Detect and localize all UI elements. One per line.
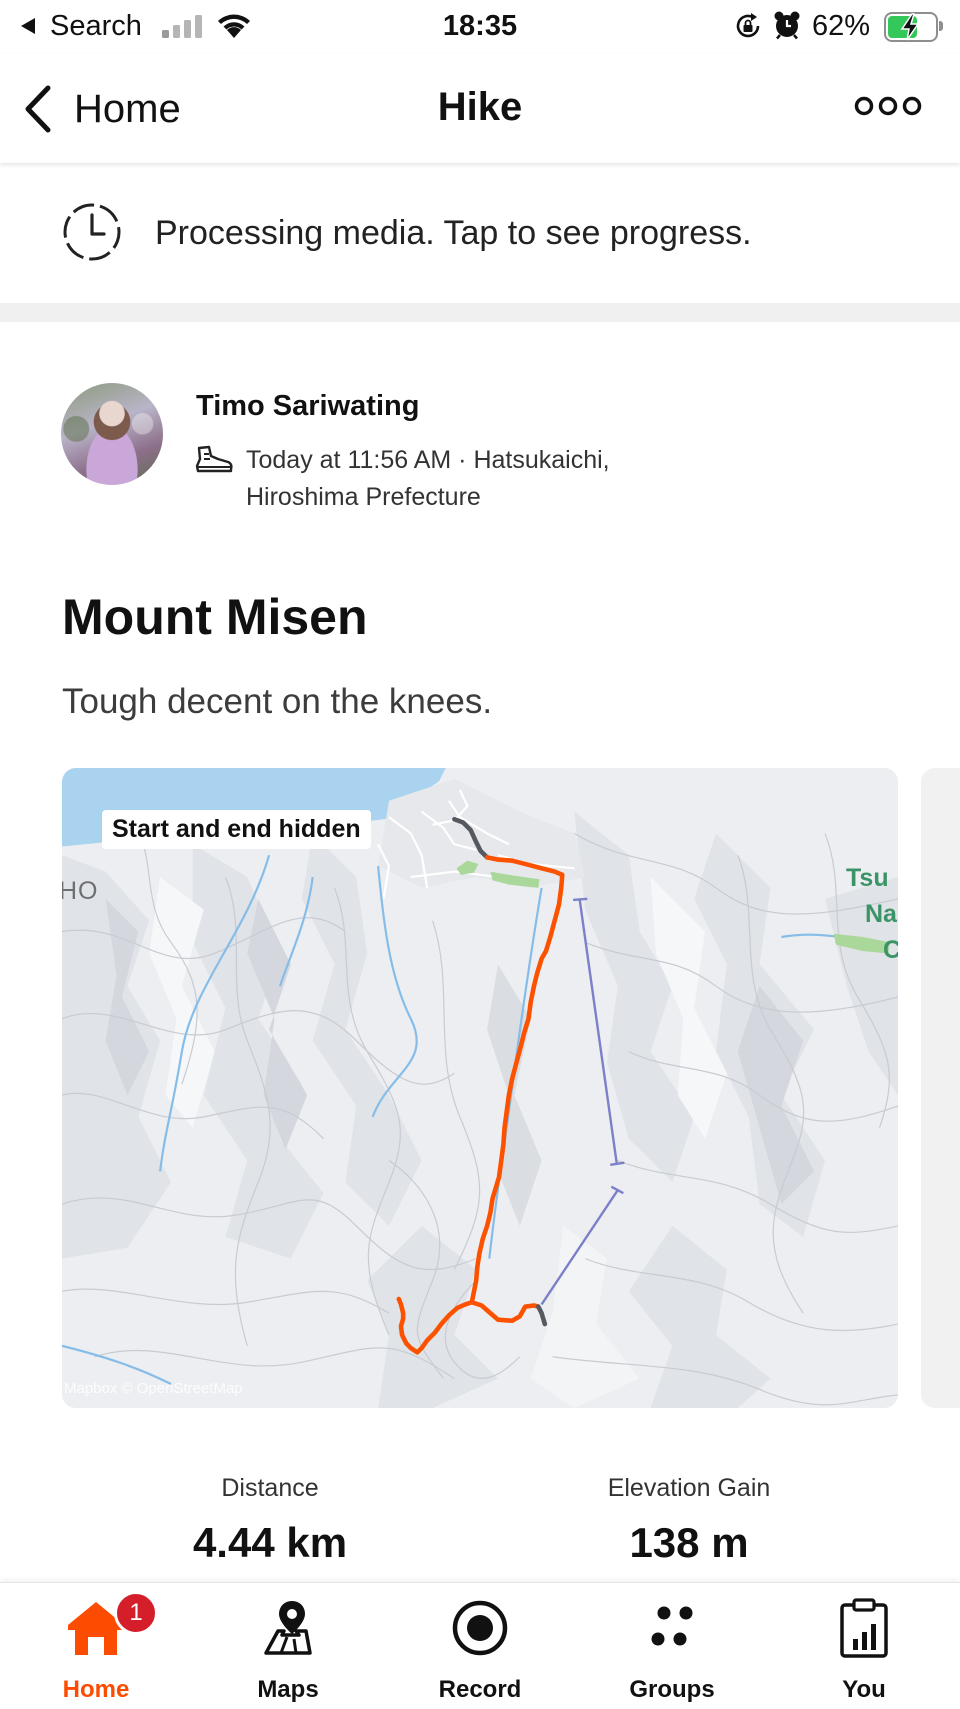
map-attribution[interactable]: Mapbox © OpenStreetMap	[64, 1380, 243, 1398]
activity-title: Mount Misen	[62, 589, 368, 645]
processing-media-banner[interactable]: Processing media. Tap to see progress.	[0, 163, 960, 303]
battery-percentage: 62%	[812, 10, 871, 42]
tab-label: Groups	[629, 1676, 715, 1703]
section-divider	[0, 303, 960, 322]
map-place-label: C	[883, 936, 898, 964]
profile-stats-icon	[840, 1598, 888, 1658]
navigation-bar: Home Hike	[0, 54, 960, 163]
maps-icon	[264, 1601, 312, 1655]
stat-value-distance: 4.44 km	[192, 1519, 348, 1566]
alarm-icon	[774, 11, 800, 40]
map-place-label: HO	[62, 877, 99, 905]
map-place-label: Tsu	[846, 864, 889, 892]
more-options-icon[interactable]	[852, 94, 924, 118]
stat-label-distance: Distance	[221, 1474, 319, 1502]
battery-charging-icon	[884, 12, 943, 42]
status-bar: Search 18:35 62%	[0, 0, 960, 54]
record-icon	[452, 1600, 508, 1656]
charging-bolt-icon	[900, 13, 920, 41]
tab-label: Record	[438, 1676, 522, 1703]
tab-label: Maps	[257, 1676, 319, 1703]
processing-media-text: Processing media. Tap to see progress.	[155, 214, 752, 252]
notification-badge: 1	[114, 1591, 158, 1635]
athlete-name[interactable]: Timo Sariwating	[196, 388, 419, 424]
hiking-boot-icon	[195, 445, 233, 473]
tab-label: You	[842, 1676, 886, 1703]
next-media-card[interactable]	[921, 768, 960, 1408]
tab-label: Home	[62, 1676, 130, 1703]
clock-icon	[63, 203, 121, 261]
tab-you[interactable]: You	[768, 1583, 960, 1709]
map-place-label: Na	[865, 900, 897, 928]
tab-maps[interactable]: Maps	[192, 1583, 384, 1709]
tab-home[interactable]: 1 Home	[0, 1583, 192, 1709]
stat-value-elevation-gain: 138 m	[629, 1519, 749, 1566]
stat-label-elevation-gain: Elevation Gain	[607, 1474, 771, 1502]
page-title: Hike	[437, 85, 523, 129]
activity-description: Tough decent on the knees.	[62, 682, 493, 721]
groups-icon	[651, 1606, 693, 1646]
activity-location-region: Hiroshima Prefecture	[246, 483, 481, 511]
map-canvas	[62, 768, 898, 1408]
tab-groups[interactable]: Groups	[576, 1583, 768, 1709]
activity-time-location: Today at 11:56 AM · Hatsukaichi,	[246, 446, 610, 474]
rotation-lock-icon	[736, 13, 760, 38]
tab-record[interactable]: Record	[384, 1583, 576, 1709]
avatar[interactable]	[61, 383, 163, 485]
privacy-label: Start and end hidden	[102, 810, 371, 849]
activity-map[interactable]: Start and end hidden HO Tsu Na C Mapbox …	[62, 768, 898, 1408]
tab-bar: 1 Home Maps Record Groups You	[0, 1582, 960, 1709]
